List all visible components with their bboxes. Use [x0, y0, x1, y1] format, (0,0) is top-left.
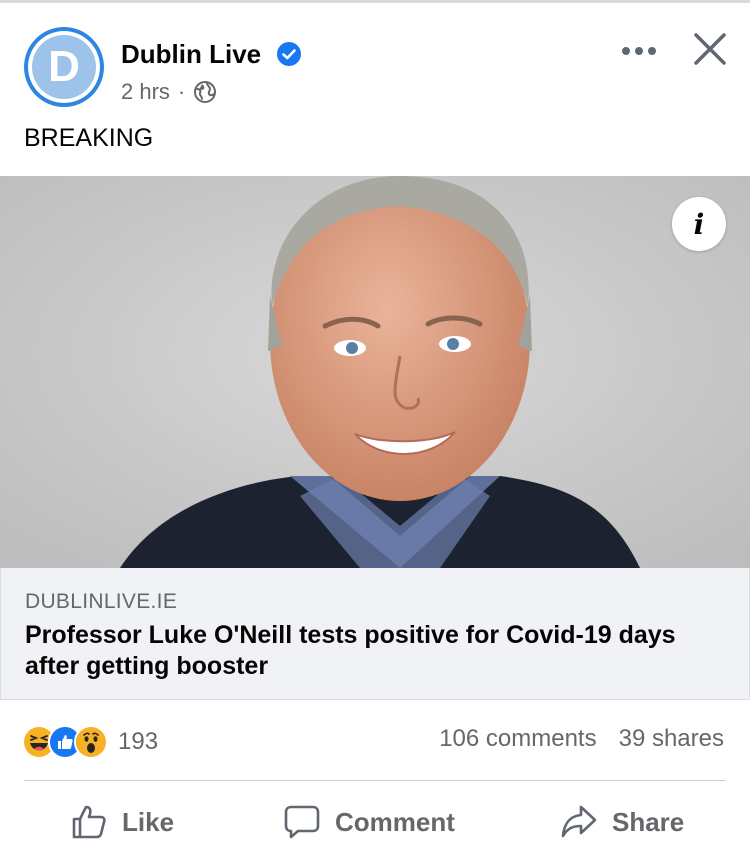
verified-badge-icon — [277, 42, 301, 66]
comment-label: Comment — [335, 806, 455, 837]
reactions-summary[interactable]: 193 — [22, 723, 158, 761]
more-options-button[interactable] — [618, 33, 660, 69]
share-label: Share — [612, 806, 685, 837]
meta-separator: · — [177, 79, 186, 104]
shares-count-link[interactable]: 39 shares — [619, 725, 724, 753]
avatar-letter: D — [48, 42, 80, 91]
reaction-count: 193 — [118, 728, 159, 755]
comment-button[interactable]: Comment — [283, 792, 455, 852]
globe-icon — [194, 81, 217, 103]
close-button[interactable] — [690, 29, 730, 69]
page-name-link[interactable]: Dublin Live — [121, 39, 261, 70]
engagement-stats: 106 comments 39 shares — [439, 725, 724, 753]
share-icon — [561, 805, 597, 838]
portrait-photo — [0, 176, 750, 568]
link-domain: DUBLINLIVE.IE — [25, 590, 178, 613]
actions-divider — [24, 780, 726, 781]
post-text: BREAKING — [24, 124, 154, 152]
page-avatar[interactable]: D — [24, 27, 104, 107]
action-bar: Like Comment Share — [0, 792, 750, 852]
comment-icon — [284, 805, 320, 839]
like-label: Like — [122, 806, 175, 837]
wow-reaction-icon — [74, 725, 108, 759]
post-meta: 2 hrs · — [121, 79, 217, 105]
link-preview[interactable]: DUBLINLIVE.IE Professor Luke O'Neill tes… — [0, 568, 750, 700]
thumbs-up-icon — [72, 805, 106, 839]
close-icon — [694, 33, 726, 65]
comments-count-link[interactable]: 106 comments — [439, 725, 596, 753]
share-button[interactable]: Share — [560, 792, 684, 852]
post-header: D Dublin Live 2 hrs · — [0, 3, 750, 123]
info-button[interactable]: i — [672, 197, 726, 251]
ellipsis-icon — [622, 47, 656, 55]
info-icon: i — [693, 207, 705, 241]
link-headline: Professor Luke O'Neill tests positive fo… — [25, 621, 676, 680]
like-button[interactable]: Like — [70, 792, 174, 852]
post-timestamp[interactable]: 2 hrs — [121, 79, 170, 105]
article-image[interactable] — [0, 176, 750, 568]
